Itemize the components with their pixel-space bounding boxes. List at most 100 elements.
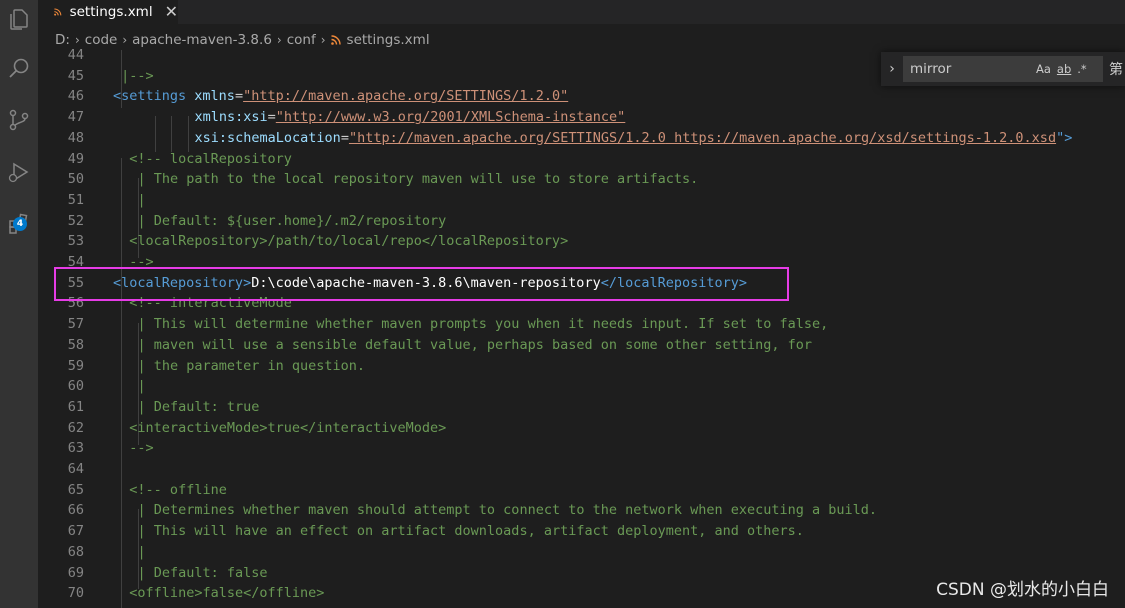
code-text: | Default: true bbox=[137, 397, 259, 418]
match-case-toggle[interactable]: Aa bbox=[1036, 62, 1051, 76]
line-number: 44 bbox=[67, 47, 84, 63]
line-number: 49 bbox=[67, 150, 84, 167]
code-text: | the parameter in question. bbox=[137, 356, 365, 377]
code-line-58[interactable]: 58 | maven will use a sensible default va… bbox=[38, 335, 1125, 356]
tab-settings-xml[interactable]: settings.xml ✕ bbox=[38, 0, 178, 24]
code-line-48[interactable]: 48 xsi:schemaLocation="http://maven.apach… bbox=[38, 128, 1125, 149]
line-number: 62 bbox=[67, 419, 84, 436]
watermark: CSDN @划水的小白白 bbox=[936, 580, 1109, 600]
code-line-52[interactable]: 52 | Default: ${user.home}/.m2/repository bbox=[38, 211, 1125, 232]
extensions-badge: 4 bbox=[13, 217, 27, 231]
code-text: | Default: false bbox=[137, 563, 267, 584]
code-token: localRepository bbox=[616, 274, 739, 291]
line-number: 56 bbox=[67, 295, 84, 312]
line-number: 48 bbox=[67, 129, 84, 146]
regex-toggle[interactable]: .* bbox=[1077, 62, 1086, 76]
code-text: | bbox=[137, 190, 145, 211]
code-token: https://maven.apache.org/xsd/settings-1.… bbox=[665, 129, 1057, 146]
line-number: 59 bbox=[67, 357, 84, 374]
line-number: 68 bbox=[67, 543, 84, 560]
code-text: | maven will use a sensible default valu… bbox=[137, 335, 812, 356]
code-token: xmlns bbox=[186, 88, 235, 105]
code-token: settings bbox=[121, 88, 187, 105]
find-input-box[interactable]: Aa ab .* bbox=[903, 56, 1103, 82]
line-number: 66 bbox=[67, 502, 84, 519]
code-text: --> bbox=[129, 438, 153, 459]
code-token: <!-- offline bbox=[129, 481, 227, 498]
code-line-46[interactable]: 46 <settings xmlns="http://maven.apache.o… bbox=[38, 86, 1125, 107]
code-line-65[interactable]: 65 <!-- offline bbox=[38, 480, 1125, 501]
code-token: | This will have an effect on artifact d… bbox=[137, 523, 804, 540]
explorer-icon[interactable] bbox=[0, 0, 38, 40]
code-text: --> bbox=[129, 252, 153, 273]
rss-file-icon bbox=[330, 35, 341, 45]
source-control-icon[interactable] bbox=[0, 100, 38, 140]
code-token: |--> bbox=[121, 67, 154, 84]
code-line-62[interactable]: 62 <interactiveMode>true</interactiveMode… bbox=[38, 418, 1125, 439]
line-number: 57 bbox=[67, 316, 84, 333]
line-number: 64 bbox=[67, 461, 84, 477]
code-token: localRepository bbox=[121, 274, 244, 291]
code-line-53[interactable]: 53 <localRepository>/path/to/local/repo</… bbox=[38, 231, 1125, 252]
code-token: = bbox=[267, 109, 276, 126]
rss-file-icon bbox=[54, 8, 62, 16]
code-line-57[interactable]: 57 | This will determine whether maven pr… bbox=[38, 314, 1125, 335]
line-number: 54 bbox=[67, 254, 84, 270]
code-text: | bbox=[137, 542, 145, 563]
chevron-right-icon[interactable]: › bbox=[881, 52, 903, 86]
code-token: "http://maven.apache.org/SETTINGS/1.2.0 bbox=[348, 129, 666, 146]
code-token: "http://www.w3.org/2001/XMLSchema-instan… bbox=[275, 109, 626, 126]
line-number: 45 bbox=[67, 67, 84, 84]
search-icon[interactable] bbox=[0, 48, 38, 88]
find-input[interactable] bbox=[903, 61, 1030, 77]
line-number: 55 bbox=[67, 274, 84, 291]
tab-label: settings.xml bbox=[69, 4, 153, 20]
code-token: | maven will use a sensible default valu… bbox=[137, 336, 813, 353]
code-line-55[interactable]: 55 <localRepository>D:\code\apache-maven-… bbox=[38, 273, 1125, 294]
code-text: xmlns:xsi="http://www.w3.org/2001/XMLSch… bbox=[195, 107, 626, 128]
code-token: "> bbox=[1056, 129, 1073, 146]
code-token: | Determines whether maven should attemp… bbox=[137, 502, 878, 519]
code-token: <!-- localRepository bbox=[129, 150, 292, 167]
code-line-67[interactable]: 67 | This will have an effect on artifact… bbox=[38, 521, 1125, 542]
code-line-50[interactable]: 50 | The path to the local repository mav… bbox=[38, 169, 1125, 190]
code-token: | Default: ${user.home}/.m2/repository bbox=[137, 212, 447, 229]
code-token: </ bbox=[600, 274, 617, 291]
code-line-61[interactable]: 61 | Default: true bbox=[38, 397, 1125, 418]
code-line-64[interactable]: 64 bbox=[38, 459, 1125, 480]
line-number: 63 bbox=[67, 440, 84, 457]
code-token: xmlns:xsi bbox=[194, 109, 268, 126]
code-line-66[interactable]: 66 | Determines whether maven should atte… bbox=[38, 500, 1125, 521]
code-line-51[interactable]: 51 | bbox=[38, 190, 1125, 211]
code-line-56[interactable]: 56 <!-- interactiveMode bbox=[38, 293, 1125, 314]
code-text: <!-- offline bbox=[129, 480, 227, 501]
code-token: | bbox=[137, 543, 146, 560]
code-token: < bbox=[113, 88, 122, 105]
code-text: <localRepository>/path/to/local/repo</lo… bbox=[129, 231, 568, 252]
extensions-icon[interactable]: 4 bbox=[0, 204, 38, 244]
code-text: | The path to the local repository maven… bbox=[137, 169, 698, 190]
match-word-toggle[interactable]: ab bbox=[1057, 62, 1071, 76]
code-line-54[interactable]: 54 --> bbox=[38, 252, 1125, 273]
code-editor[interactable]: 44 45 |--> 46 <settings xmlns="http://maven.… bbox=[38, 47, 1125, 608]
line-number: 51 bbox=[67, 191, 84, 208]
vscode-window: 4 settings.xml ✕ D: › code › apache-mave… bbox=[0, 0, 1125, 608]
code-text: | bbox=[137, 376, 145, 397]
line-number: 61 bbox=[67, 398, 84, 415]
line-number: 60 bbox=[67, 378, 84, 395]
code-line-49[interactable]: 49 <!-- localRepository bbox=[38, 149, 1125, 170]
code-line-59[interactable]: 59 | the parameter in question. bbox=[38, 356, 1125, 377]
code-line-63[interactable]: 63 --> bbox=[38, 438, 1125, 459]
code-token: = bbox=[340, 129, 349, 146]
code-text: | This will have an effect on artifact d… bbox=[137, 521, 803, 542]
line-number: 52 bbox=[67, 212, 84, 229]
find-widget: › Aa ab .* 第 bbox=[881, 52, 1125, 86]
close-icon[interactable]: ✕ bbox=[165, 4, 178, 20]
code-line-60[interactable]: 60 | bbox=[38, 376, 1125, 397]
code-line-47[interactable]: 47 xmlns:xsi="http://www.w3.org/2001/XMLS… bbox=[38, 107, 1125, 128]
run-debug-icon[interactable] bbox=[0, 152, 38, 192]
code-text: | Default: ${user.home}/.m2/repository bbox=[137, 211, 446, 232]
code-line-68[interactable]: 68 | bbox=[38, 542, 1125, 563]
code-token: <offline>false</offline> bbox=[129, 585, 325, 602]
code-text: <offline>false</offline> bbox=[129, 583, 324, 604]
